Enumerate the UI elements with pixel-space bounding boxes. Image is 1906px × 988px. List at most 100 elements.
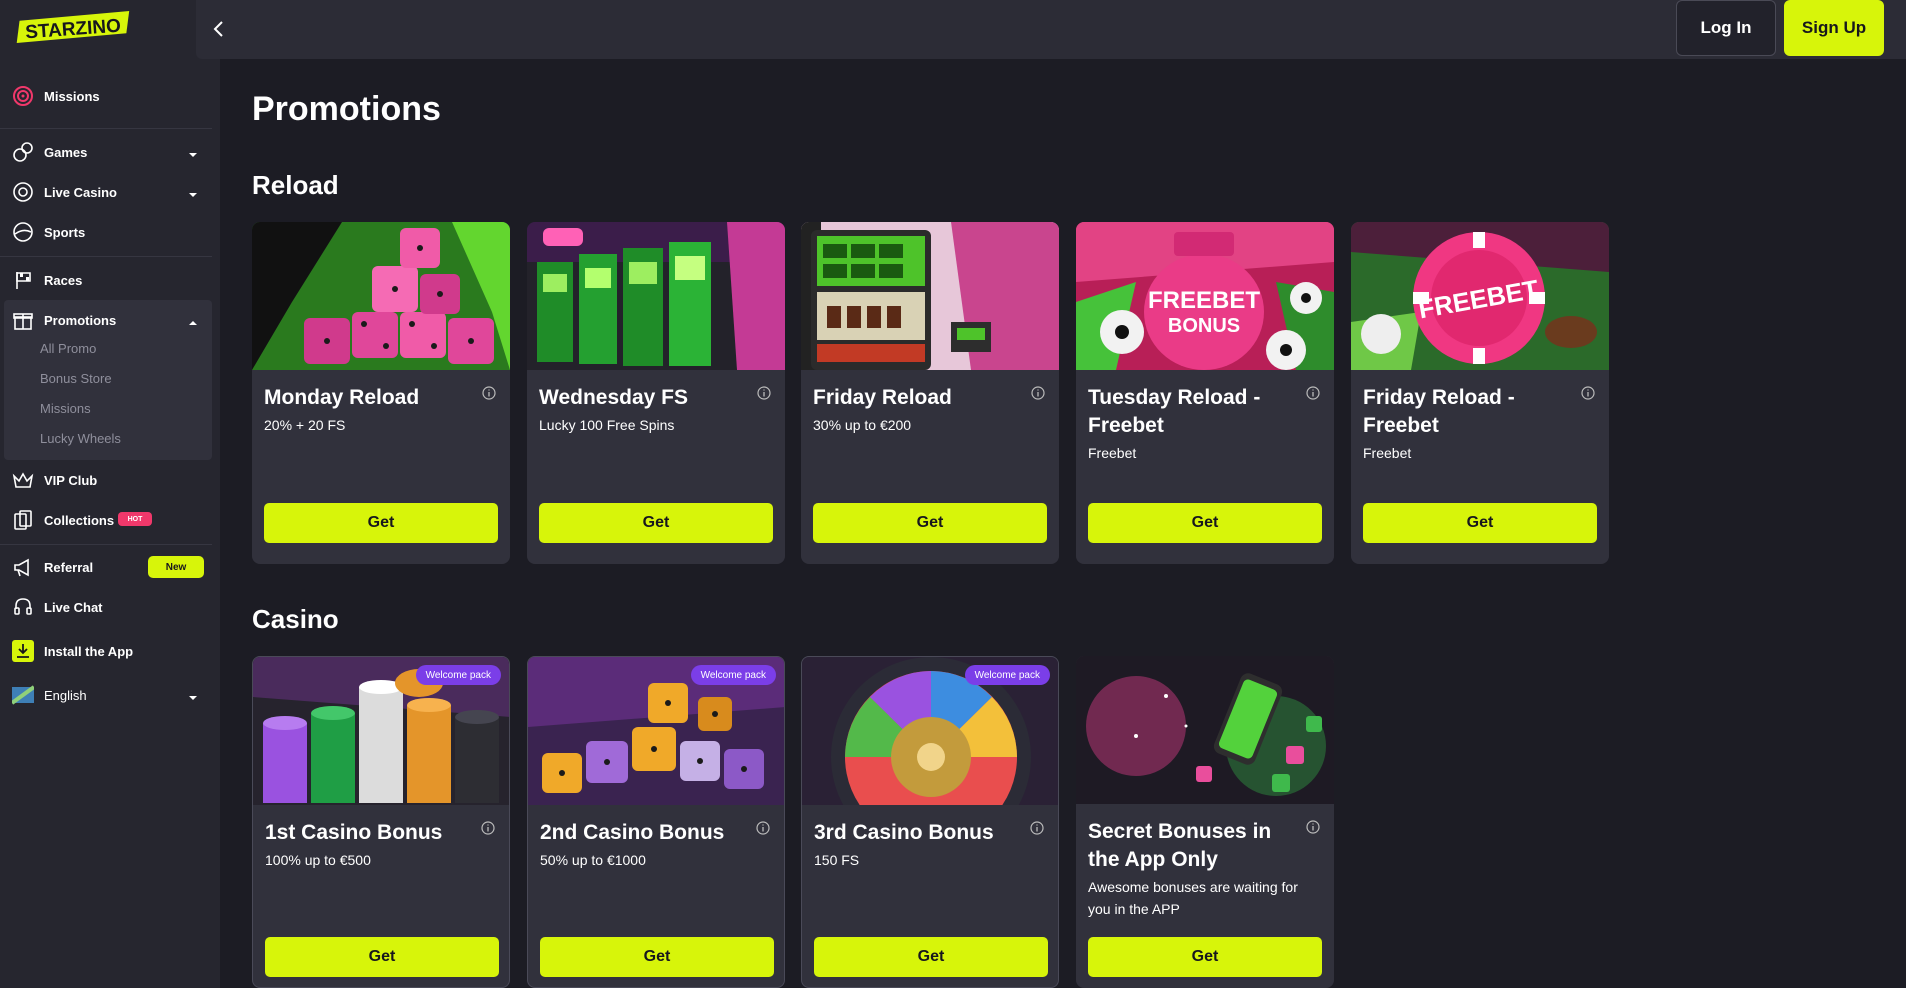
divider [0, 256, 212, 257]
sidebar-item-label: Referral [44, 559, 94, 575]
promo-title: 2nd Casino Bonus [540, 821, 725, 844]
sidebar-item-label: Promotions [44, 312, 117, 328]
promo-subtitle: Lucky 100 Free Spins [539, 417, 675, 433]
info-icon[interactable] [481, 821, 495, 835]
promo-title: Wednesday FS [539, 386, 688, 409]
bonus-image-text: BONUS [1168, 315, 1240, 337]
sidebar-subitem-lucky-wheels[interactable]: Lucky Wheels [40, 431, 121, 446]
divider [0, 544, 212, 545]
sidebar-subitem-missions[interactable]: Missions [40, 401, 91, 416]
get-button[interactable]: Get [539, 503, 773, 543]
info-icon[interactable] [756, 821, 770, 835]
login-button[interactable]: Log In [1676, 0, 1776, 56]
signup-button[interactable]: Sign Up [1784, 0, 1884, 56]
promo-image-slot-machines [527, 222, 785, 370]
promo-image-freebet-chip: FREEBET [1351, 222, 1609, 370]
get-button[interactable]: Get [1088, 503, 1322, 543]
info-icon[interactable] [1306, 386, 1320, 400]
get-button[interactable]: Get [265, 937, 499, 977]
back-chevron-icon[interactable] [206, 16, 232, 42]
promo-card: Welcome pack 3rd Casino Bonus 150 FS Get [801, 656, 1059, 988]
welcome-pack-badge: Welcome pack [964, 665, 1050, 685]
get-button[interactable]: Get [264, 503, 498, 543]
info-icon[interactable] [1031, 386, 1045, 400]
promo-subtitle: Awesome bonuses are waiting for you in t… [1088, 879, 1298, 917]
sidebar-item-label: Games [44, 144, 88, 160]
info-icon[interactable] [1030, 821, 1044, 835]
chip-icon [12, 181, 34, 203]
info-icon[interactable] [1306, 820, 1320, 834]
top-bar: Log In Sign Up [196, 0, 1906, 59]
chevron-down-icon [188, 690, 198, 700]
sidebar: STARZINO Missions Games Live Casino Spor… [0, 0, 220, 988]
sidebar-item-label: Sports [44, 224, 86, 240]
sidebar-item-sports[interactable]: Sports [0, 212, 212, 252]
get-button[interactable]: Get [1363, 503, 1597, 543]
headset-icon [12, 596, 34, 618]
sidebar-item-label: Live Chat [44, 599, 103, 615]
new-badge: New [148, 556, 204, 578]
target-icon [12, 85, 34, 107]
section-title-casino: Casino [252, 604, 339, 634]
crown-icon [12, 469, 34, 491]
cards-icon [12, 509, 34, 531]
chevron-down-icon [188, 147, 198, 157]
info-icon[interactable] [482, 386, 496, 400]
flag-en-icon [10, 684, 36, 706]
sidebar-item-label: Install the App [44, 643, 134, 659]
info-icon[interactable] [1581, 386, 1595, 400]
chevron-up-icon [188, 315, 198, 325]
sidebar-item-install-app[interactable]: Install the App [0, 631, 212, 671]
sidebar-item-label: VIP Club [44, 472, 98, 488]
promo-subtitle: 50% up to €1000 [540, 852, 646, 868]
sidebar-item-label: Missions [44, 88, 100, 104]
hot-badge: HOT [118, 512, 152, 526]
sidebar-subitem-bonus-store[interactable]: Bonus Store [40, 371, 112, 386]
promo-title: Monday Reload [264, 386, 420, 409]
get-button[interactable]: Get [813, 503, 1047, 543]
sidebar-item-label: Collections [44, 512, 115, 528]
sidebar-item-games[interactable]: Games [0, 132, 212, 172]
promo-title: 3rd Casino Bonus [814, 821, 994, 844]
sidebar-subitem-all-promo[interactable]: All Promo [40, 341, 96, 356]
download-icon [12, 640, 34, 662]
promo-card: FREEBET BONUS Tuesday Reload - Freebet F… [1076, 222, 1334, 564]
promo-subtitle: 20% + 20 FS [264, 417, 346, 433]
promo-image-phone-app [1076, 656, 1334, 804]
promo-title: Tuesday Reload - Freebet [1088, 386, 1261, 437]
promo-title: Friday Reload [813, 386, 952, 409]
promo-card: Welcome pack 1st Casino Bonus 100% up to… [252, 656, 510, 988]
sidebar-item-live-casino[interactable]: Live Casino [0, 172, 212, 212]
promo-title: Friday Reload - Freebet [1363, 386, 1515, 437]
promo-subtitle: Freebet [1088, 445, 1137, 461]
promo-card: Monday Reload 20% + 20 FS Get [252, 222, 510, 564]
get-button[interactable]: Get [814, 937, 1048, 977]
promo-subtitle: 30% up to €200 [813, 417, 912, 433]
welcome-pack-badge: Welcome pack [415, 665, 501, 685]
sidebar-item-vip-club[interactable]: VIP Club [0, 460, 212, 500]
sidebar-item-missions[interactable]: Missions [0, 76, 212, 116]
get-button[interactable]: Get [540, 937, 774, 977]
promo-card: Secret Bonuses in the App Only Awesome b… [1076, 656, 1334, 988]
sidebar-item-promotions[interactable]: Promotions [0, 300, 212, 340]
gift-icon [12, 309, 34, 331]
promo-card: Wednesday FS Lucky 100 Free Spins Get [527, 222, 785, 564]
sidebar-item-label: Races [44, 272, 83, 288]
promo-image-dice [252, 222, 510, 370]
get-button[interactable]: Get [1088, 937, 1322, 977]
sidebar-item-collections[interactable]: Collections [0, 500, 212, 540]
sidebar-item-live-chat[interactable]: Live Chat [0, 587, 212, 627]
welcome-pack-badge: Welcome pack [690, 665, 776, 685]
promo-card: Friday Reload 30% up to €200 Get [801, 222, 1059, 564]
page-title: Promotions [252, 90, 441, 128]
section-title-reload: Reload [252, 170, 339, 200]
promo-subtitle: 100% up to €500 [265, 852, 371, 868]
promo-image-freebet-bonus: FREEBET BONUS [1076, 222, 1334, 370]
starzino-logo[interactable]: STARZINO [12, 10, 134, 46]
info-icon[interactable] [757, 386, 771, 400]
language-selector[interactable]: English [0, 675, 212, 715]
sidebar-item-races[interactable]: Races [0, 260, 212, 300]
promo-title: 1st Casino Bonus [265, 821, 443, 844]
language-label: English [44, 687, 87, 703]
flag-icon [12, 269, 34, 291]
